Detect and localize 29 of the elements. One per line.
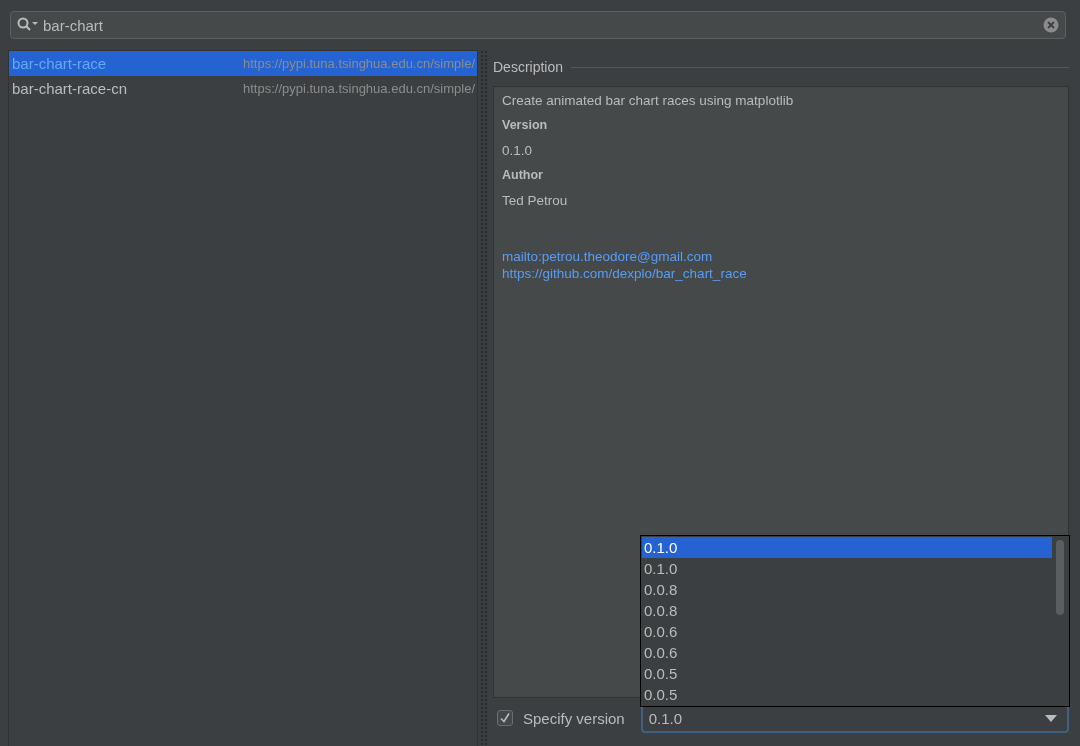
version-option[interactable]: 0.0.5 [642, 663, 1052, 684]
version-option[interactable]: 0.1.0 [642, 537, 1052, 558]
search-bar[interactable]: bar-chart [10, 11, 1066, 39]
section-title: Description [493, 59, 564, 75]
checkbox[interactable] [497, 710, 513, 726]
clear-icon[interactable] [1043, 17, 1059, 33]
version-option[interactable]: 0.0.8 [642, 600, 1052, 621]
link[interactable]: mailto:petrou.theodore@gmail.com [502, 248, 713, 265]
search-field[interactable]: bar-chart [43, 16, 1039, 34]
field-label: Version [502, 118, 549, 132]
field-label: Author [502, 168, 544, 182]
repository-url: https://pypi.tuna.tsinghua.edu.cn/simple/ [243, 56, 475, 71]
version-option[interactable]: 0.0.6 [642, 642, 1052, 663]
caret-icon [1045, 714, 1057, 722]
version-option[interactable]: 0.1.0 [642, 558, 1052, 579]
package-row[interactable]: bar-chart-race-cn https://pypi.tuna.tsinghua.edu.cn/simple/ [9, 76, 477, 101]
checkbox-label: Specify version [523, 709, 625, 727]
field-value: 0.1.0 [502, 143, 534, 158]
package-name: bar-chart-race [12, 55, 107, 72]
version-option[interactable]: 0.0.6 [642, 621, 1052, 642]
version-option[interactable]: 0.0.8 [642, 579, 1052, 600]
search-icon[interactable] [17, 17, 39, 33]
package-summary: Create animated bar chart races using matplotlib [502, 93, 795, 108]
version-option[interactable]: 0.0.5 [642, 684, 1052, 705]
field-value: Ted Petrou [502, 193, 569, 208]
package-name: bar-chart-race-cn [12, 80, 128, 97]
link[interactable]: https://github.com/dexplo/bar_chart_race [502, 265, 747, 282]
repository-url: https://pypi.tuna.tsinghua.edu.cn/simple/ [243, 81, 475, 96]
scrollbar-thumb[interactable] [1056, 540, 1064, 615]
